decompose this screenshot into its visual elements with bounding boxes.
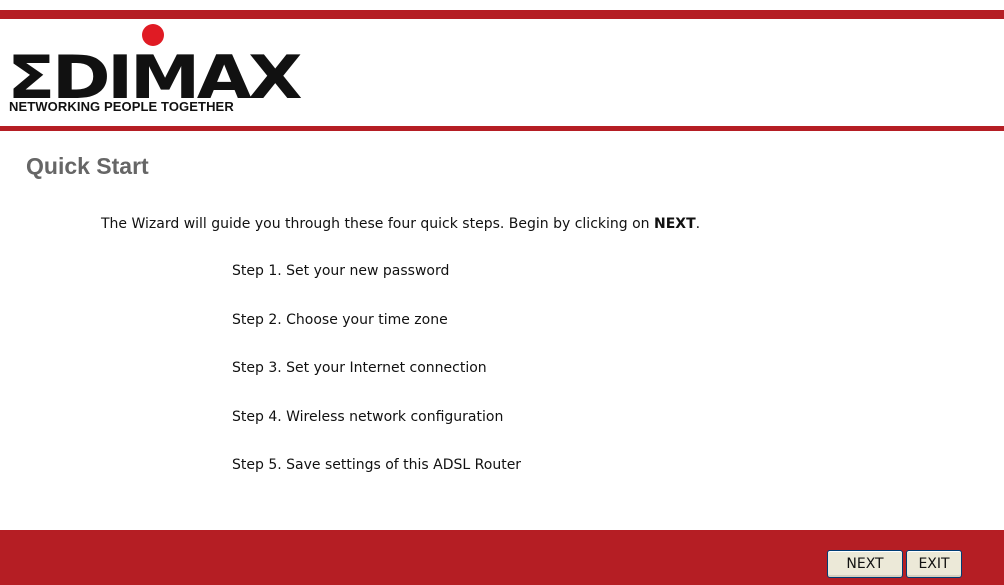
step-item: Step 5. Save settings of this ADSL Route… <box>232 457 522 473</box>
intro-text-next: NEXT <box>654 216 696 232</box>
header-divider-bar <box>0 126 1004 131</box>
step-item: Step 2. Choose your time zone <box>232 311 448 328</box>
steps-list: Step 1. Set your new password Step 2. Ch… <box>232 261 521 504</box>
step-item: Step 3. Set your Internet connection <box>232 360 487 376</box>
step-item: Step 4. Wireless network configuration <box>232 408 504 425</box>
intro-text-body: The Wizard will guide you through these … <box>101 216 654 232</box>
exit-button[interactable]: EXIT <box>906 550 962 578</box>
edimax-logo: ΣDIMAX NETWORKING PEOPLE TOGETHER <box>7 24 347 120</box>
page-title: Quick Start <box>26 153 149 179</box>
logo-tagline: NETWORKING PEOPLE TOGETHER <box>9 99 234 114</box>
intro-text-period: . <box>695 216 701 232</box>
step-item: Step 1. Set your new password <box>232 263 450 279</box>
next-button[interactable]: NEXT <box>827 550 903 578</box>
quick-start-page: ΣDIMAX NETWORKING PEOPLE TOGETHER Quick … <box>0 0 1004 585</box>
header-top-bar <box>0 10 1004 19</box>
intro-text: The Wizard will guide you through these … <box>101 216 700 232</box>
